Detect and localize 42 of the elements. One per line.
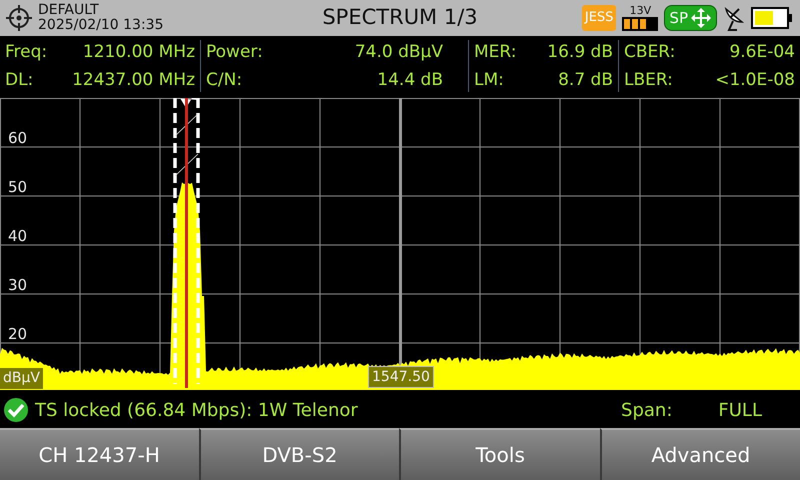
profile-name: DEFAULT xyxy=(38,3,100,18)
voltage-label: 13V xyxy=(630,5,652,17)
axis-label: 50 xyxy=(8,179,28,195)
axis-label: 20 xyxy=(8,326,28,342)
softkey-button[interactable]: DVB-S2 xyxy=(198,428,399,480)
center-frequency-label: 1547.50 xyxy=(368,366,434,388)
measurement-label: DL: xyxy=(5,69,34,92)
measurement-label: C/N: xyxy=(206,69,242,92)
measurement-value: <1.0E-08 xyxy=(714,69,795,92)
satellite-dish-icon xyxy=(723,5,745,31)
measurement-value: 9.6E-04 xyxy=(728,41,795,64)
lock-status-text: TS locked (66.84 Mbps): 1W Telenor xyxy=(35,398,358,422)
softkey-button[interactable]: Tools xyxy=(399,428,600,480)
softkey-button[interactable]: CH 12437-H xyxy=(0,428,198,480)
screen-title: SPECTRUM 1/3 xyxy=(321,4,479,32)
battery-icon xyxy=(751,7,792,29)
measurement-value: 12437.00 MHz xyxy=(71,69,195,92)
measurement-label: LM: xyxy=(474,69,504,92)
measurement-label: LBER: xyxy=(624,69,673,92)
span-label: Span: xyxy=(621,398,672,422)
lnb-badge: JESS xyxy=(582,5,616,31)
mode-badge: SP xyxy=(664,5,717,31)
axis-label: 30 xyxy=(8,277,28,293)
channel-marker[interactable] xyxy=(173,96,200,388)
measurement-label: Freq: xyxy=(5,41,48,64)
axis-label: 60 xyxy=(8,130,28,146)
axis-label: 40 xyxy=(8,228,28,244)
softkey-button[interactable]: Advanced xyxy=(600,428,800,480)
measurement-value: 74.0 dBµV xyxy=(354,41,444,64)
move-arrows-icon xyxy=(690,7,712,29)
span-value: FULL xyxy=(718,398,762,422)
measurement-value: 16.9 dB xyxy=(546,41,613,64)
measurement-value: 8.7 dB xyxy=(557,69,613,92)
power-level-icon xyxy=(622,17,658,31)
measurement-label: MER: xyxy=(474,41,516,64)
date-time: 2025/02/10 13:35 xyxy=(38,18,164,33)
measurement-value: 14.4 dB xyxy=(376,69,444,92)
measurement-value: 1210.00 MHz xyxy=(82,41,195,64)
measurement-label: Power: xyxy=(206,41,263,64)
crosshair-icon xyxy=(4,3,34,33)
unit-label: dBµV xyxy=(0,368,43,389)
measurement-label: CBER: xyxy=(624,41,676,64)
